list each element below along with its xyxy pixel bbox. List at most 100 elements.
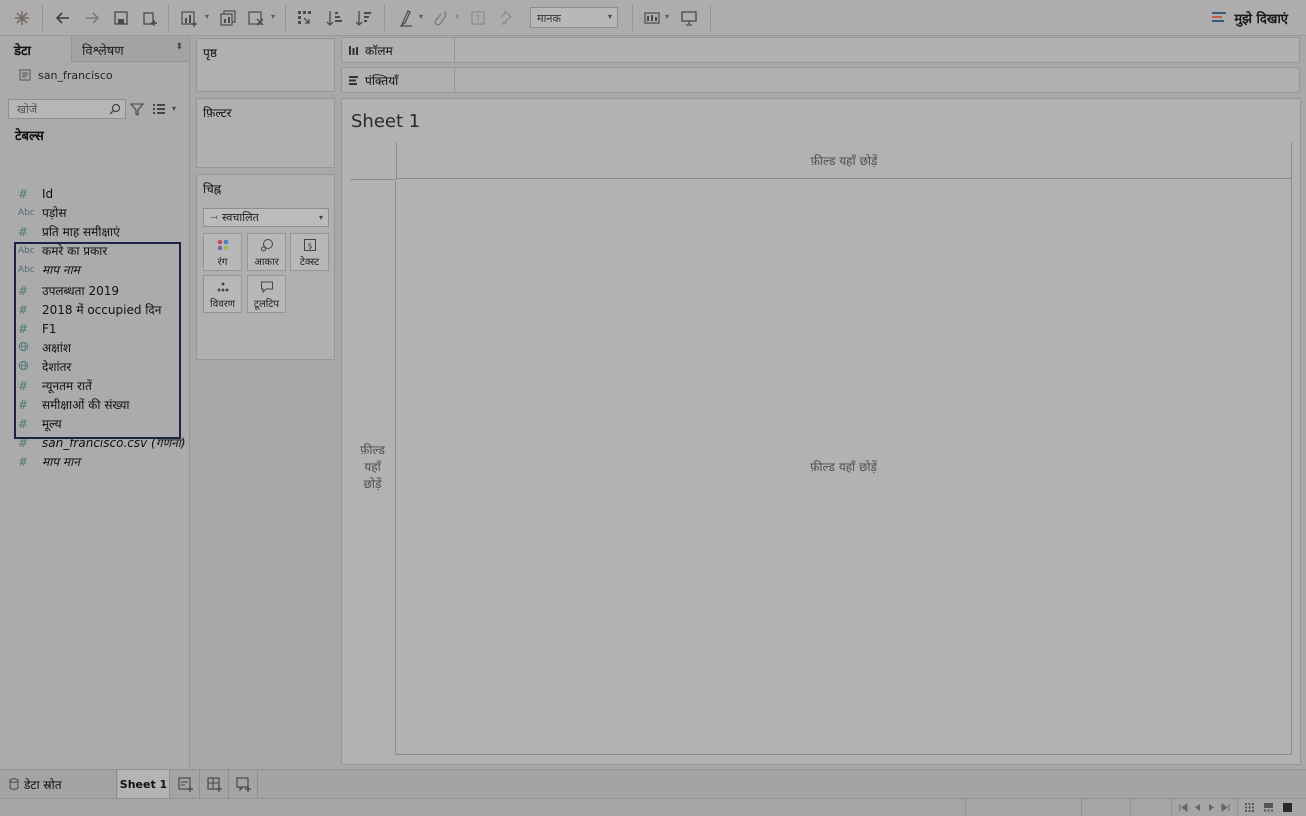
tab-analysis-label: विश्लेषण: [82, 44, 124, 59]
new-dashboard-tab-icon[interactable]: [207, 776, 223, 792]
filters-card[interactable]: फ़िल्टर: [196, 98, 335, 168]
detail-icon: [217, 282, 228, 292]
tab-separator: [199, 770, 200, 798]
search-icon: [109, 103, 121, 115]
drop-zone-main-label: फ़ील्ड यहाँ छोड़ें: [810, 460, 877, 474]
tab-analysis[interactable]: विश्लेषण ⬍: [71, 37, 189, 62]
fit-select[interactable]: मानक ▾: [530, 7, 618, 28]
selected-measures-highlight: [14, 242, 181, 439]
color-icon: [217, 239, 228, 251]
drop-zone-rows-label: फ़ील्ड यहाँ छोड़ें: [360, 443, 385, 491]
rows-shelf[interactable]: पंक्तियाँ: [341, 67, 1300, 93]
text-icon: $: [303, 239, 316, 251]
filter-icon[interactable]: [130, 102, 144, 116]
chevron-down-icon[interactable]: ▾: [419, 13, 427, 21]
field-name: Id: [42, 186, 54, 201]
new-worksheet-tab-icon[interactable]: [178, 776, 194, 792]
size-label: आकार: [254, 257, 279, 268]
columns-label: कॉलम: [365, 43, 393, 58]
detail-button[interactable]: विवरण: [203, 275, 242, 313]
show-me-label: मुझे दिखाएं: [1234, 12, 1288, 27]
string-type-icon: Abc: [18, 207, 35, 218]
new-worksheet-icon[interactable]: [178, 7, 200, 29]
tab-separator: [228, 770, 229, 798]
first-sheet-icon[interactable]: [1178, 802, 1189, 813]
previous-sheet-icon[interactable]: [1192, 802, 1203, 813]
show-mark-labels-icon[interactable]: T: [467, 7, 489, 29]
presentation-mode-icon[interactable]: [678, 7, 700, 29]
collapse-icon[interactable]: ⬍: [175, 42, 183, 52]
group-members-icon[interactable]: [430, 7, 452, 29]
datasource-icon: [19, 69, 31, 81]
chevron-down-icon[interactable]: ▾: [665, 13, 673, 21]
undo-icon[interactable]: [52, 7, 74, 29]
field-item[interactable]: # Id: [18, 184, 53, 203]
duplicate-sheet-icon[interactable]: [217, 7, 239, 29]
tooltip-button[interactable]: टूलटिप: [247, 275, 286, 313]
field-item[interactable]: Abc पड़ोस: [18, 203, 66, 222]
columns-shelf[interactable]: कॉलम: [341, 37, 1300, 63]
chevron-down-icon[interactable]: ▾: [455, 13, 463, 21]
drop-zone-main[interactable]: फ़ील्ड यहाँ छोड़ें: [396, 179, 1292, 755]
next-sheet-icon[interactable]: [1206, 802, 1217, 813]
show-cards-icon[interactable]: [641, 7, 663, 29]
chevron-down-icon[interactable]: ▾: [205, 13, 213, 21]
pages-card[interactable]: पृष्ठ: [196, 38, 335, 92]
datasource-tab[interactable]: डेटा स्रोत: [0, 770, 117, 798]
text-button[interactable]: $ टेक्स्ट: [290, 233, 329, 271]
marks-card: चिह्न ⤙ स्वचालित ▾ रंग आकार $ टेक्स्ट वि…: [196, 174, 335, 360]
chevron-down-icon[interactable]: ▾: [271, 13, 279, 21]
chevron-down-icon: ▾: [607, 12, 612, 21]
datasource-name: san_francisco: [38, 68, 113, 82]
columns-shelf-label: कॉलम: [342, 38, 455, 62]
tab-separator: [257, 770, 258, 798]
field-item[interactable]: # माप मान: [18, 452, 80, 471]
tab-data[interactable]: डेटा: [0, 37, 71, 62]
search-input[interactable]: खोजें: [8, 99, 126, 119]
field-item[interactable]: # प्रति माह समीक्षाएं: [18, 222, 120, 241]
color-button[interactable]: रंग: [203, 233, 242, 271]
number-type-icon: #: [18, 224, 29, 239]
pages-title: पृष्ठ: [203, 46, 217, 60]
clear-sheet-icon[interactable]: [245, 7, 267, 29]
text-label: टेक्स्ट: [299, 257, 320, 268]
pin-axes-icon[interactable]: [496, 7, 518, 29]
show-me-button[interactable]: मुझे दिखाएं: [1212, 8, 1288, 28]
sheet-view: Sheet 1 फ़ील्ड यहाँ छोड़ें फ़ील्ड यहाँ छ…: [341, 98, 1301, 765]
new-story-tab-icon[interactable]: [236, 776, 252, 792]
filters-title: फ़िल्टर: [203, 106, 232, 120]
chevron-down-icon[interactable]: ▾: [172, 104, 176, 113]
mark-type-select[interactable]: ⤙ स्वचालित ▾: [203, 208, 329, 227]
sheet-tab-bar: डेटा स्रोत Sheet 1: [0, 769, 1306, 798]
save-icon[interactable]: [110, 7, 132, 29]
rows-shelf-label: पंक्तियाँ: [342, 68, 455, 92]
show-sheet-sorter-icon[interactable]: [1244, 802, 1255, 813]
view-list-icon[interactable]: [152, 102, 166, 116]
toolbar-separator: [384, 5, 385, 31]
datasource-item[interactable]: san_francisco: [18, 68, 113, 82]
swap-rows-columns-icon[interactable]: [294, 7, 316, 29]
status-segment: [1081, 799, 1082, 816]
redo-icon[interactable]: [81, 7, 103, 29]
number-type-icon: #: [18, 454, 29, 469]
last-sheet-icon[interactable]: [1220, 802, 1231, 813]
drop-zone-rows[interactable]: फ़ील्ड यहाँ छोड़ें: [350, 179, 396, 755]
sort-ascending-icon[interactable]: [324, 7, 346, 29]
search-row: खोजें ▾: [8, 99, 184, 119]
size-icon: [260, 239, 273, 252]
tab-sheet-1[interactable]: Sheet 1: [118, 770, 170, 798]
toolbar-separator: [285, 5, 286, 31]
detail-label: विवरण: [209, 299, 236, 310]
drop-zone-columns[interactable]: फ़ील्ड यहाँ छोड़ें: [396, 142, 1292, 179]
sheet-title[interactable]: Sheet 1: [351, 111, 420, 132]
new-datasource-icon[interactable]: [139, 7, 161, 29]
size-button[interactable]: आकार: [247, 233, 286, 271]
datasource-tab-label: डेटा स्रोत: [24, 777, 62, 792]
svg-text:T: T: [474, 15, 481, 25]
tables-heading: टेबल्स: [15, 129, 44, 144]
show-tabs-icon[interactable]: [1282, 802, 1293, 813]
tableau-logo-icon[interactable]: [11, 7, 33, 29]
highlight-icon[interactable]: [395, 7, 417, 29]
show-filmstrip-icon[interactable]: [1263, 802, 1274, 813]
sort-descending-icon[interactable]: [353, 7, 375, 29]
